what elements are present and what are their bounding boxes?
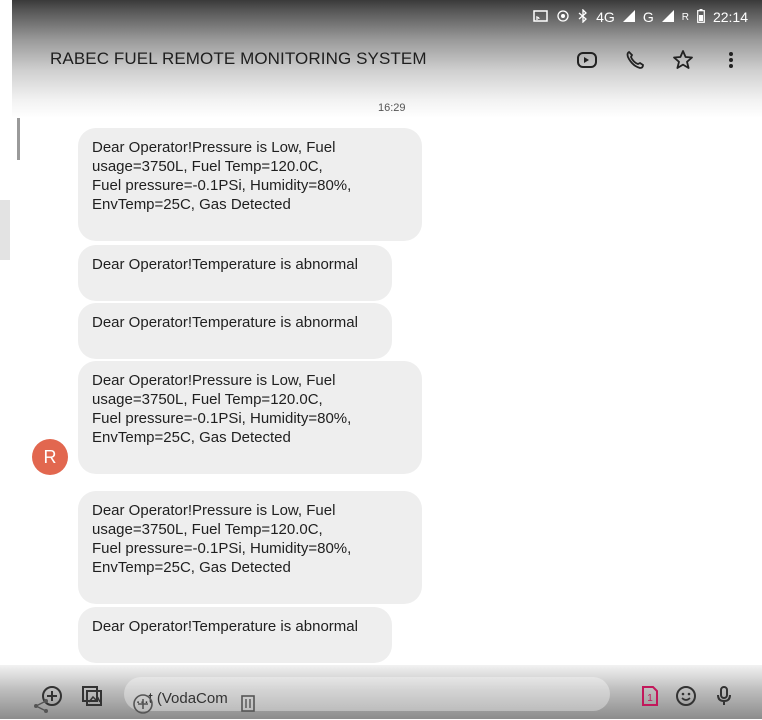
- video-call-icon[interactable]: [574, 47, 600, 73]
- message-line: Dear Operator!Temperature is abnormal: [92, 256, 358, 273]
- message-line: Fuel pressure=-0.1PSi, Humidity=80%,: [92, 540, 352, 557]
- composer-bar: 1: [0, 665, 762, 719]
- network-type: 4G: [596, 9, 615, 25]
- message-bubble[interactable]: Dear Operator!Pressure is Low, Fuel usag…: [78, 491, 422, 604]
- message-line: EnvTemp=25C, Gas Detected: [92, 196, 291, 213]
- message-bubble[interactable]: Dear Operator!Pressure is Low, Fuel usag…: [78, 128, 422, 241]
- message-line: Dear Operator!Temperature is abnormal: [92, 314, 358, 331]
- avatar[interactable]: R: [32, 439, 68, 475]
- message-timestamp: 16:29: [378, 102, 406, 114]
- message-bubble[interactable]: Dear Operator!Temperature is abnormal: [78, 607, 392, 663]
- mic-icon[interactable]: [712, 684, 736, 708]
- status-bar: 4G G R 22:14: [533, 7, 748, 27]
- keyboard-overlay-icon: [132, 693, 154, 720]
- bluetooth-icon: [578, 8, 588, 25]
- message-line: EnvTemp=25C, Gas Detected: [92, 559, 291, 576]
- message-line: usage=3750L, Fuel Temp=120.0C,: [92, 391, 323, 408]
- left-edge: [0, 0, 20, 719]
- message-bubble[interactable]: Dear Operator!Pressure is Low, Fuel usag…: [78, 361, 422, 474]
- message-line: Fuel pressure=-0.1PSi, Humidity=80%,: [92, 410, 352, 427]
- message-line: usage=3750L, Fuel Temp=120.0C,: [92, 521, 323, 538]
- signal-icon: [622, 10, 635, 24]
- sim-icon[interactable]: 1: [638, 684, 662, 708]
- message-line: EnvTemp=25C, Gas Detected: [92, 429, 291, 446]
- message-line: Dear Operator!Pressure is Low, Fuel: [92, 372, 336, 389]
- star-icon[interactable]: [670, 47, 696, 73]
- message-line: Dear Operator!Temperature is abnormal: [92, 618, 358, 635]
- sim-badge: 1: [647, 693, 653, 704]
- emoji-icon[interactable]: [674, 684, 698, 708]
- clock: 22:14: [712, 9, 748, 25]
- message-bubble[interactable]: Dear Operator!Temperature is abnormal: [78, 245, 392, 301]
- hotspot-icon: [556, 9, 570, 25]
- message-line: usage=3750L, Fuel Temp=120.0C,: [92, 158, 323, 175]
- network-type-2: G: [642, 9, 654, 25]
- share-overlay-icon: [32, 697, 50, 720]
- header-actions: [574, 47, 744, 73]
- conversation-title: RABEC FUEL REMOTE MONITORING SYSTEM: [50, 49, 427, 68]
- clipboard-overlay-icon: [240, 693, 256, 718]
- message-line: Dear Operator!Pressure is Low, Fuel: [92, 139, 336, 156]
- roaming-indicator: R: [681, 11, 689, 23]
- app-bar: 4G G R 22:14 RABEC FUEL REMOTE MONITORIN…: [12, 0, 762, 118]
- message-line: Fuel pressure=-0.1PSi, Humidity=80%,: [92, 177, 352, 194]
- message-bubble[interactable]: Dear Operator!Temperature is abnormal: [78, 303, 392, 359]
- more-vert-icon[interactable]: [718, 47, 744, 73]
- left-edge-shade: [0, 200, 10, 260]
- battery-icon: [697, 9, 705, 25]
- phone-icon[interactable]: [622, 47, 648, 73]
- signal-icon-2: [661, 10, 674, 24]
- message-line: Dear Operator!Pressure is Low, Fuel: [92, 502, 336, 519]
- cast-icon: [533, 9, 548, 25]
- gallery-icon[interactable]: [80, 684, 104, 708]
